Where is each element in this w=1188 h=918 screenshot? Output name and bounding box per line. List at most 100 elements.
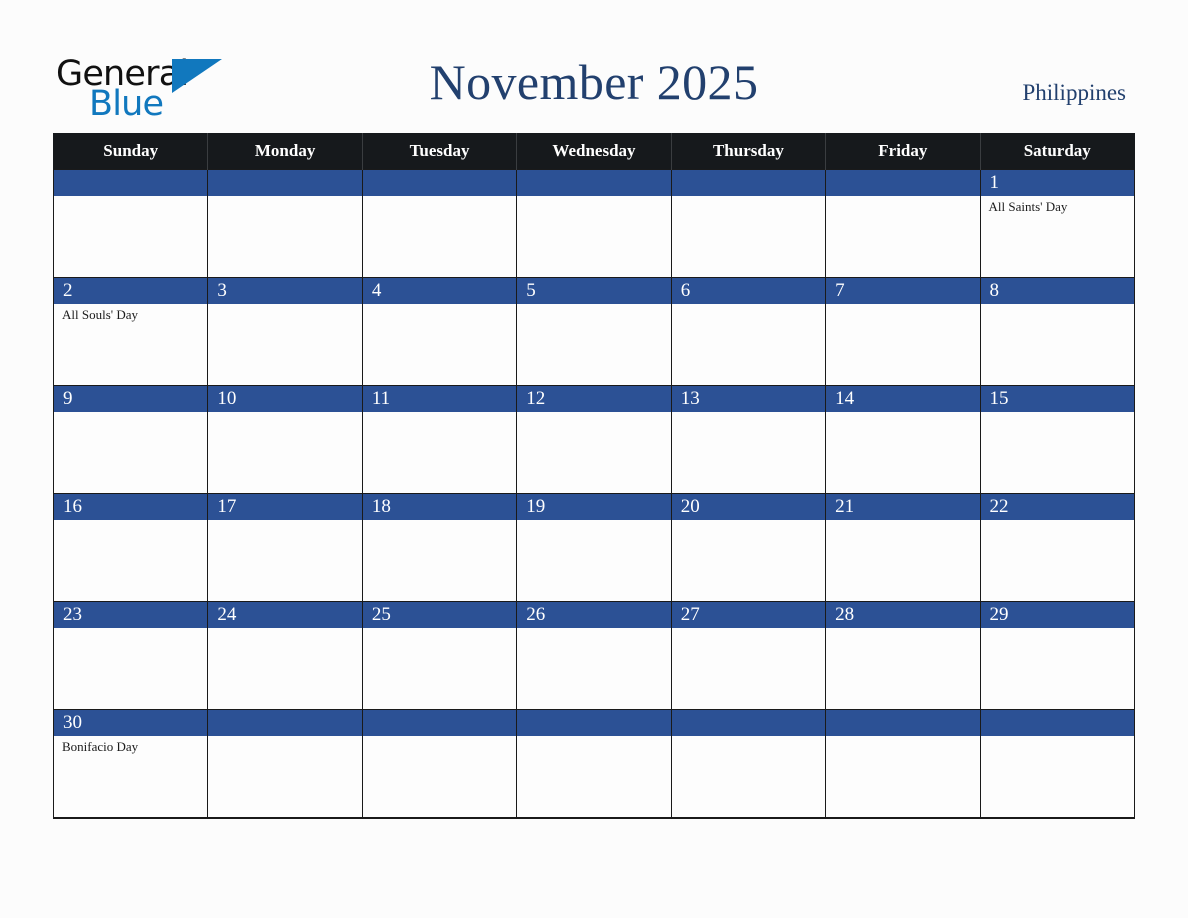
- day-cell-inner: 20: [671, 494, 826, 601]
- calendar-day-cell[interactable]: 7: [825, 277, 981, 386]
- day-events: [672, 736, 825, 739]
- calendar-day-cell[interactable]: 23: [52, 601, 209, 710]
- calendar-day-cell[interactable]: 15: [979, 385, 1135, 494]
- day-cell-inner: [517, 170, 671, 277]
- calendar-day-cell[interactable]: 30 Bonifacio Day: [52, 709, 209, 819]
- day-number: 7: [826, 278, 980, 304]
- country-label: Philippines: [1022, 80, 1126, 105]
- calendar-day-cell[interactable]: [361, 169, 518, 278]
- day-number: 15: [980, 386, 1134, 412]
- day-events: [826, 520, 979, 523]
- calendar-day-cell[interactable]: 29: [979, 601, 1135, 710]
- calendar-body: 1 All Saints' Day 2 All Souls' Day 3 4 5 6 7 8 9 10…: [52, 169, 1135, 819]
- day-events: [826, 628, 979, 631]
- calendar-day-cell[interactable]: 19: [516, 493, 672, 602]
- day-events: [363, 628, 516, 631]
- day-cell-inner: 15: [980, 386, 1134, 493]
- day-number: [980, 710, 1134, 736]
- day-cell-inner: 28: [826, 602, 980, 709]
- day-cell-inner: 9: [54, 386, 208, 493]
- day-cell-inner: 25: [362, 602, 517, 709]
- calendar-day-cell[interactable]: 25: [361, 601, 518, 710]
- calendar-day-cell[interactable]: [516, 169, 672, 278]
- day-events: [208, 196, 361, 199]
- calendar-day-cell[interactable]: 5: [516, 277, 672, 386]
- calendar-day-cell[interactable]: 13: [670, 385, 827, 494]
- day-events: [826, 304, 979, 307]
- day-cell-inner: 22: [980, 494, 1134, 601]
- calendar-day-cell[interactable]: 17: [207, 493, 363, 602]
- day-cell-inner: 8: [980, 278, 1134, 385]
- calendar-day-cell[interactable]: 24: [207, 601, 363, 710]
- calendar-day-cell[interactable]: 26: [516, 601, 672, 710]
- weekday-header-thursday: Thursday: [670, 133, 827, 170]
- calendar-day-cell[interactable]: 12: [516, 385, 672, 494]
- calendar-day-cell[interactable]: 9: [52, 385, 209, 494]
- calendar-day-cell[interactable]: 21: [825, 493, 981, 602]
- calendar-day-cell[interactable]: [207, 709, 363, 819]
- day-events: [826, 412, 979, 415]
- calendar-day-cell[interactable]: [670, 169, 827, 278]
- day-cell-inner: 13: [671, 386, 826, 493]
- calendar-day-cell[interactable]: 28: [825, 601, 981, 710]
- day-number: 17: [208, 494, 362, 520]
- calendar-day-cell[interactable]: 14: [825, 385, 981, 494]
- calendar-day-cell[interactable]: [825, 169, 981, 278]
- day-events: [208, 628, 361, 631]
- calendar-day-cell[interactable]: [207, 169, 363, 278]
- day-number: 27: [671, 602, 826, 628]
- day-cell-inner: 23: [54, 602, 208, 709]
- holiday-label: All Saints' Day: [988, 199, 1068, 214]
- calendar-day-cell[interactable]: [670, 709, 827, 819]
- calendar-week-row: 1 All Saints' Day: [52, 169, 1135, 278]
- day-cell-inner: 11: [362, 386, 517, 493]
- day-events: All Saints' Day: [981, 196, 1134, 215]
- day-number: 8: [980, 278, 1134, 304]
- day-events: [54, 196, 207, 199]
- day-cell-inner: 18: [362, 494, 517, 601]
- calendar-day-cell[interactable]: 4: [361, 277, 518, 386]
- day-number: [208, 710, 362, 736]
- calendar-day-cell[interactable]: 11: [361, 385, 518, 494]
- day-number: 14: [826, 386, 980, 412]
- calendar-day-cell[interactable]: 1 All Saints' Day: [979, 169, 1135, 278]
- day-cell-inner: 12: [517, 386, 671, 493]
- holiday-label: Bonifacio Day: [62, 739, 139, 754]
- calendar-day-cell[interactable]: 27: [670, 601, 827, 710]
- calendar-day-cell[interactable]: [52, 169, 209, 278]
- day-cell-inner: [671, 170, 826, 277]
- day-events: [363, 412, 516, 415]
- day-number: 24: [208, 602, 362, 628]
- calendar-week-row: 16 17 18 19 20 21 22: [52, 493, 1135, 602]
- day-events: [517, 736, 670, 739]
- day-cell-inner: 21: [826, 494, 980, 601]
- day-number: 22: [980, 494, 1134, 520]
- calendar-day-cell[interactable]: [979, 709, 1135, 819]
- day-cell-inner: 6: [671, 278, 826, 385]
- calendar-day-cell[interactable]: 10: [207, 385, 363, 494]
- calendar-day-cell[interactable]: [825, 709, 981, 819]
- calendar-day-cell[interactable]: 20: [670, 493, 827, 602]
- calendar-day-cell[interactable]: 16: [52, 493, 209, 602]
- calendar-day-cell[interactable]: 22: [979, 493, 1135, 602]
- day-cell-inner: 17: [208, 494, 362, 601]
- day-cell-inner: [517, 710, 671, 817]
- day-number: 25: [362, 602, 517, 628]
- calendar-day-cell[interactable]: 2 All Souls' Day: [52, 277, 209, 386]
- calendar-day-cell[interactable]: 6: [670, 277, 827, 386]
- calendar-day-cell[interactable]: [361, 709, 518, 819]
- day-number: [362, 170, 517, 196]
- calendar-day-cell[interactable]: 3: [207, 277, 363, 386]
- calendar-day-cell[interactable]: [516, 709, 672, 819]
- calendar-day-cell[interactable]: 8: [979, 277, 1135, 386]
- day-number: 20: [671, 494, 826, 520]
- day-number: [362, 710, 517, 736]
- day-cell-inner: 2 All Souls' Day: [54, 278, 208, 385]
- day-cell-inner: 24: [208, 602, 362, 709]
- day-cell-inner: [362, 710, 517, 817]
- calendar-day-cell[interactable]: 18: [361, 493, 518, 602]
- day-events: [672, 628, 825, 631]
- day-cell-inner: [671, 710, 826, 817]
- weekday-header-monday: Monday: [207, 133, 363, 170]
- day-number: [826, 710, 980, 736]
